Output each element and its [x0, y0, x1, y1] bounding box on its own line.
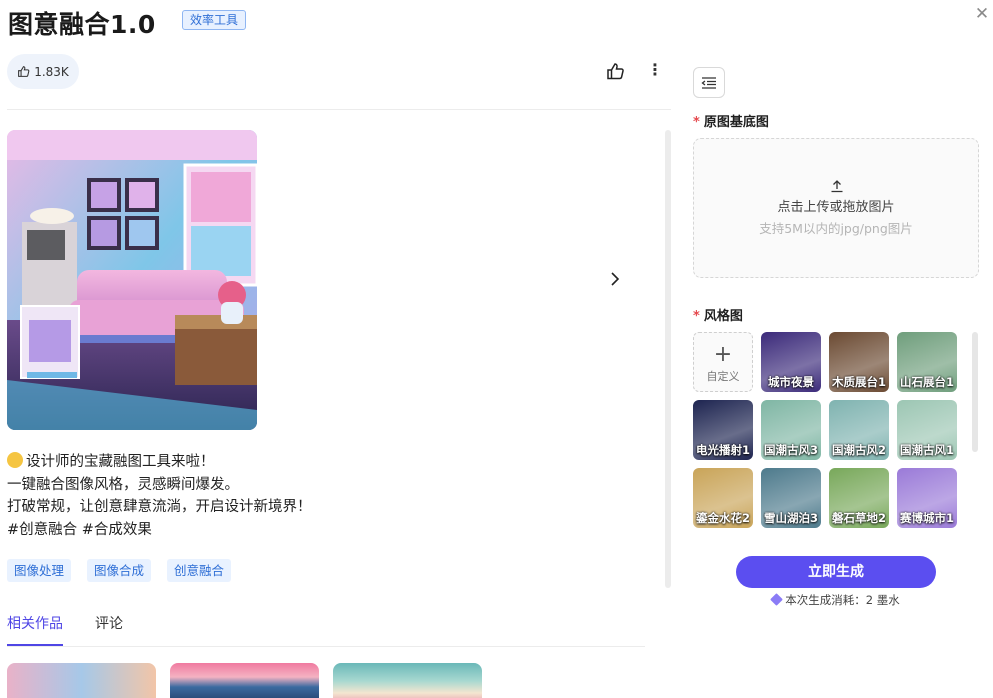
tag-creative-fusion[interactable]: 创意融合 — [167, 559, 232, 582]
related-work-thumbnail[interactable] — [170, 663, 319, 698]
tabs-divider — [7, 646, 645, 647]
plus-icon: + — [713, 342, 733, 367]
chevron-right-icon[interactable] — [604, 268, 626, 290]
cost-info: 本次生成消耗：2 墨水 — [736, 592, 936, 608]
generate-button[interactable]: 立即生成 — [736, 556, 936, 588]
style-item[interactable]: 国潮古风3 — [761, 400, 821, 460]
like-button[interactable] — [605, 61, 625, 81]
style-item[interactable]: 山石展台1 — [897, 332, 957, 392]
style-item[interactable]: 鎏金水花2 — [693, 468, 753, 528]
upload-instruction: 点击上传或拖放图片 — [777, 200, 895, 215]
header-divider — [7, 109, 671, 110]
indent-icon — [701, 76, 716, 89]
tag-image-composition[interactable]: 图像合成 — [87, 559, 152, 582]
content-scrollbar[interactable] — [665, 130, 671, 588]
category-badge: 效率工具 — [182, 10, 247, 30]
style-item[interactable]: 雪山湖泊3 — [761, 468, 821, 528]
tab-comments[interactable]: 评论 — [95, 613, 123, 646]
like-count-pill[interactable]: 1.83K — [7, 54, 79, 89]
style-grid-scrollbar[interactable] — [972, 332, 978, 452]
upload-icon — [831, 180, 843, 193]
close-icon[interactable]: ✕ — [973, 5, 991, 23]
upload-dropzone[interactable]: 点击上传或拖放图片 支持5M以内的jpg/png图片 — [693, 138, 979, 278]
description: 设计师的宝藏融图工具来啦！ 一键融合图像风格，灵感瞬间爆发。 打破常规，让创意肆… — [7, 451, 607, 541]
page-title: 图意融合1.0 — [8, 10, 156, 39]
description-line: 一键融合图像风格，灵感瞬间爆发。 — [7, 476, 239, 493]
thumbs-up-icon — [18, 66, 30, 77]
related-works-list — [7, 663, 482, 698]
description-hashtags: #创意融合 #合成效果 — [7, 521, 152, 538]
style-item[interactable]: 国潮古风1 — [897, 400, 957, 460]
tab-related-works[interactable]: 相关作品 — [7, 613, 63, 646]
style-item[interactable]: 赛博城市1 — [897, 468, 957, 528]
base-image-label: * 原图基底图 — [693, 115, 769, 130]
tag-image-processing[interactable]: 图像处理 — [7, 559, 72, 582]
palette-emoji-icon — [7, 452, 23, 468]
style-item[interactable]: 磐石草地2 — [829, 468, 889, 528]
style-item[interactable]: 城市夜景 — [761, 332, 821, 392]
preview-image[interactable] — [7, 130, 257, 430]
style-item[interactable]: 电光播射1 — [693, 400, 753, 460]
cost-text: 本次生成消耗：2 墨水 — [785, 593, 900, 607]
content-tabs: 相关作品 评论 — [7, 613, 123, 646]
like-count: 1.83K — [34, 64, 69, 79]
custom-style-label: 自定义 — [706, 370, 740, 383]
more-options-icon[interactable]: ⋮ — [645, 61, 665, 81]
description-line: 设计师的宝藏融图工具来啦！ — [26, 454, 215, 470]
custom-style-button[interactable]: + 自定义 — [693, 332, 753, 392]
style-item[interactable]: 木质展台1 — [829, 332, 889, 392]
related-work-thumbnail[interactable] — [7, 663, 156, 698]
upload-hint: 支持5M以内的jpg/png图片 — [759, 221, 913, 236]
ink-icon — [770, 593, 784, 606]
tag-list: 图像处理 图像合成 创意融合 — [7, 559, 232, 582]
style-image-label: * 风格图 — [693, 309, 743, 324]
related-work-thumbnail[interactable] — [333, 663, 482, 698]
description-line: 打破常规，让创意肆意流淌，开启设计新境界！ — [7, 499, 312, 515]
style-item[interactable]: 国潮古风2 — [829, 400, 889, 460]
collapse-panel-button[interactable] — [693, 67, 725, 98]
